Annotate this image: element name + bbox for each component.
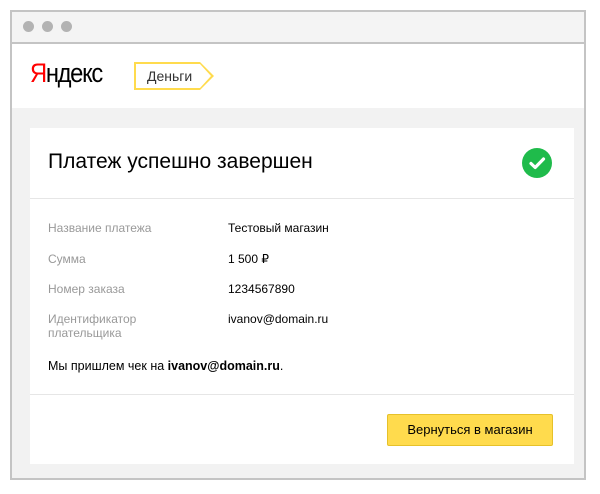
divider xyxy=(30,394,574,395)
detail-value: 1 500 ₽ xyxy=(228,252,269,266)
page-title: Платеж успешно завершен xyxy=(48,150,313,173)
receipt-note-email: ivanov@domain.ru xyxy=(167,359,280,373)
browser-window: Яндекс Деньги Платеж успешно завершен На… xyxy=(10,10,586,480)
detail-value: Тестовый магазин xyxy=(228,221,329,235)
yandex-logo[interactable]: Яндекс xyxy=(30,58,103,88)
service-tag-label: Деньги xyxy=(147,68,193,84)
window-dot-icon[interactable] xyxy=(61,21,72,32)
detail-value: 1234567890 xyxy=(228,282,295,296)
detail-value: ivanov@domain.ru xyxy=(228,312,329,326)
check-circle-icon xyxy=(522,148,552,178)
page-content: Платеж успешно завершен Название платежа… xyxy=(12,108,584,478)
window-titlebar xyxy=(12,12,584,44)
detail-label: Идентификатор плательщика xyxy=(48,312,137,340)
divider xyxy=(30,198,574,199)
receipt-note: Мы пришлем чек на ivanov@domain.ru. xyxy=(48,359,283,373)
detail-label: Название платежа xyxy=(48,221,152,235)
page-header: Яндекс Деньги xyxy=(12,44,584,108)
window-dot-icon[interactable] xyxy=(23,21,34,32)
detail-label: Сумма xyxy=(48,252,86,266)
receipt-note-prefix: Мы пришлем чек на xyxy=(48,359,168,373)
receipt-note-suffix: . xyxy=(279,359,284,373)
detail-label: Номер заказа xyxy=(48,282,125,296)
logo-rest: ндекс xyxy=(45,58,103,88)
window-dot-icon[interactable] xyxy=(42,21,53,32)
return-to-shop-button[interactable]: Вернуться в магазин xyxy=(387,414,553,446)
payment-card: Платеж успешно завершен Название платежа… xyxy=(30,128,574,464)
logo-first-letter: Я xyxy=(30,58,47,88)
service-tag[interactable]: Деньги xyxy=(134,62,215,90)
